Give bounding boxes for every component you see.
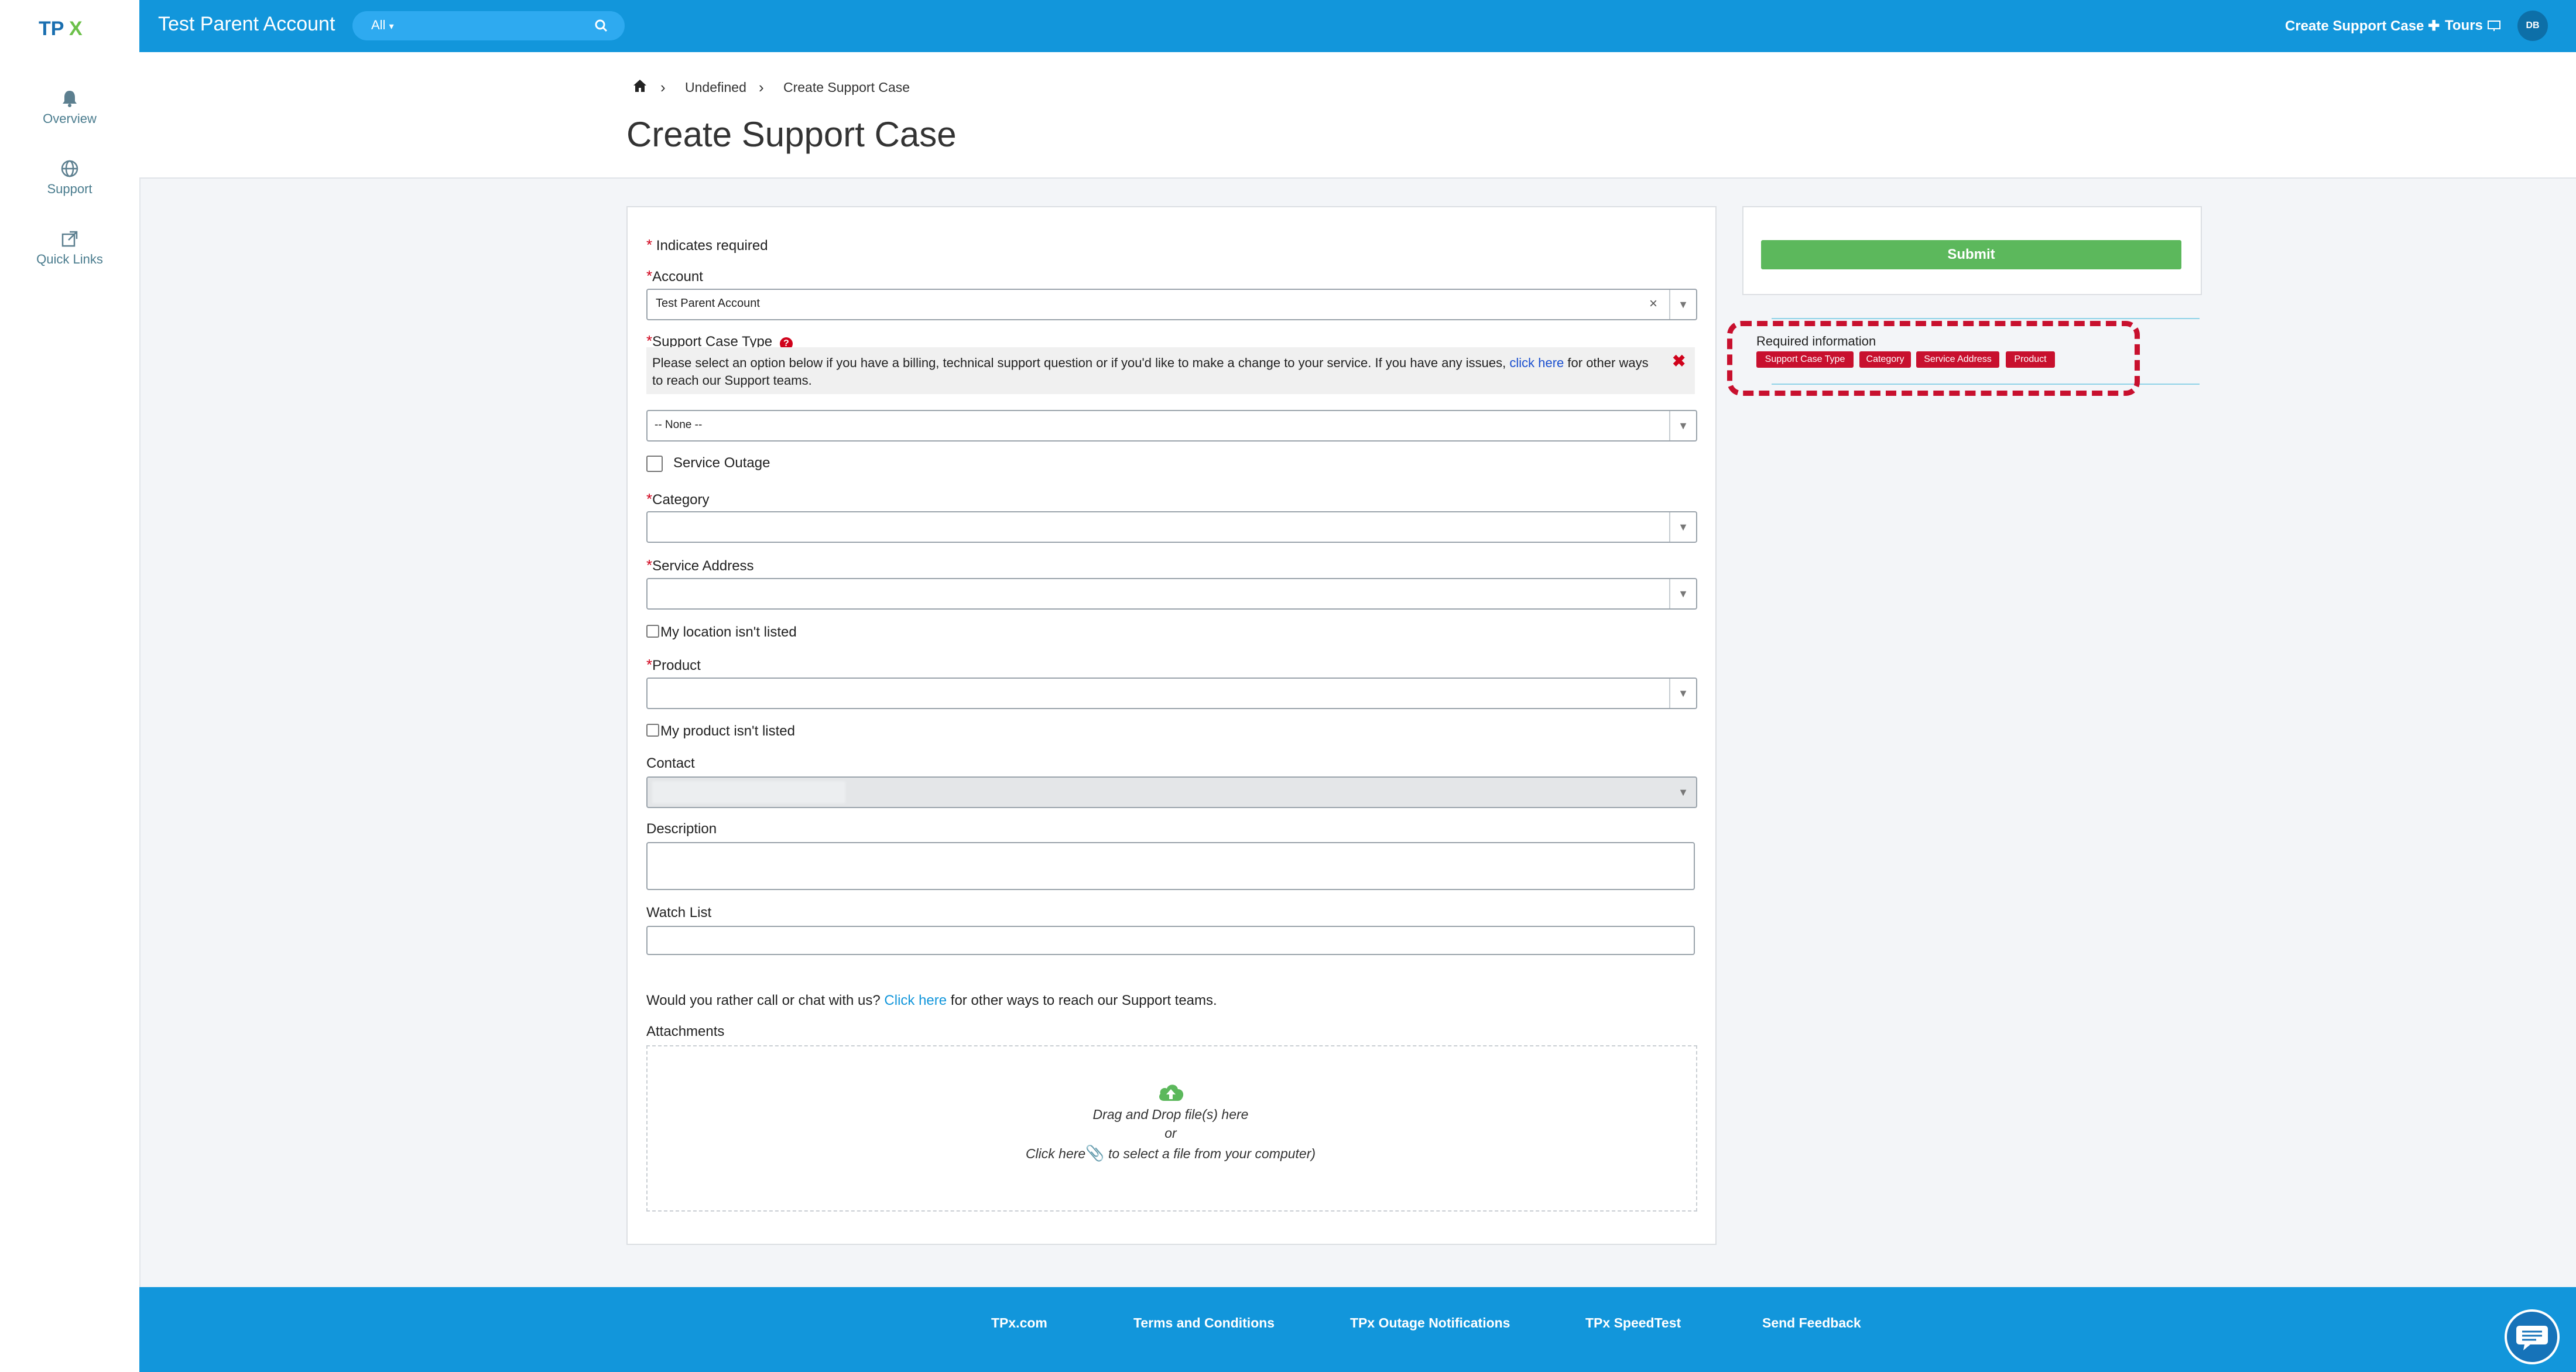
chevron-down-icon[interactable]: ▼ xyxy=(1669,679,1696,708)
category-select[interactable]: ▼ xyxy=(646,511,1697,543)
tpx-logo[interactable]: TP X xyxy=(34,13,104,41)
submit-button[interactable]: Submit xyxy=(1761,240,2181,269)
tours-link[interactable]: Tours xyxy=(2445,18,2501,34)
dropzone-line-3: Click here📎 to select a file from your c… xyxy=(1025,1144,1316,1162)
account-select[interactable]: Test Parent Account × ▼ xyxy=(646,289,1697,320)
sidebar-item-label: Overview xyxy=(43,111,97,126)
footer-link-feedback[interactable]: Send Feedback xyxy=(1762,1315,1861,1331)
breadcrumb-separator-icon: › xyxy=(660,78,666,96)
location-not-listed-checkbox[interactable] xyxy=(646,625,659,638)
call-chat-click-here-link[interactable]: Click here xyxy=(884,993,947,1008)
footer-link-speedtest[interactable]: TPx SpeedTest xyxy=(1585,1315,1681,1331)
cloud-upload-icon xyxy=(1159,1084,1184,1101)
product-not-listed-checkbox[interactable] xyxy=(646,724,659,737)
create-support-case-link[interactable]: Create Support Case ✚ xyxy=(2285,18,2440,35)
service-address-select[interactable]: ▼ xyxy=(646,578,1697,610)
contact-label: Contact xyxy=(646,755,695,771)
sidebar-item-quick-links[interactable]: Quick Links xyxy=(0,230,139,267)
call-chat-text: Would you rather call or chat with us? C… xyxy=(646,993,1217,1008)
page-title: Create Support Case xyxy=(626,115,957,154)
chevron-down-icon[interactable]: ▼ xyxy=(1669,579,1696,608)
account-label: *Account xyxy=(646,267,703,285)
search-input[interactable] xyxy=(410,14,588,39)
location-not-listed-label: My location isn't listed xyxy=(660,624,797,640)
account-title: Test Parent Account xyxy=(158,13,335,35)
highlight-annotation xyxy=(1727,321,2140,396)
chevron-down-icon[interactable]: ▼ xyxy=(1669,512,1696,542)
chevron-down-icon[interactable]: ▼ xyxy=(1669,290,1696,319)
support-case-type-select[interactable]: -- None -- ▼ xyxy=(646,410,1697,442)
chevron-down-icon[interactable]: ▼ xyxy=(1670,778,1696,807)
product-select[interactable]: ▼ xyxy=(646,678,1697,709)
chevron-down-icon: ▾ xyxy=(389,22,394,32)
required-note: * Indicates required xyxy=(646,236,768,254)
description-textarea[interactable] xyxy=(646,842,1695,890)
case-type-info-text: Please select an option below if you hav… xyxy=(652,355,1649,388)
footer-link-terms[interactable]: Terms and Conditions xyxy=(1133,1315,1275,1331)
globe-icon xyxy=(61,160,78,177)
contact-select[interactable]: ▼ xyxy=(646,776,1697,808)
svg-text:X: X xyxy=(69,18,83,40)
sidebar-item-overview[interactable]: Overview xyxy=(0,89,139,126)
chat-button[interactable] xyxy=(2505,1309,2560,1364)
select-file-link[interactable]: Click here xyxy=(1026,1146,1085,1161)
footer-link-tpx[interactable]: TPx.com xyxy=(991,1315,1047,1331)
search-scope-dropdown[interactable]: All ▾ xyxy=(371,18,394,33)
presentation-icon xyxy=(2487,20,2500,31)
info-click-here-link[interactable]: click here xyxy=(1509,355,1564,370)
search-icon[interactable] xyxy=(594,19,608,33)
close-icon[interactable]: ✖ xyxy=(1672,351,1686,371)
sidebar-item-label: Quick Links xyxy=(36,252,103,266)
product-label: *Product xyxy=(646,656,701,673)
plus-icon: ✚ xyxy=(2428,18,2440,34)
breadcrumb-current: Create Support Case xyxy=(783,80,910,95)
service-outage-checkbox[interactable] xyxy=(646,456,663,472)
home-icon[interactable] xyxy=(632,78,648,94)
description-label: Description xyxy=(646,821,717,837)
chevron-down-icon[interactable]: ▼ xyxy=(1669,411,1696,440)
attachments-label: Attachments xyxy=(646,1024,725,1039)
paperclip-icon: 📎 xyxy=(1085,1144,1105,1162)
page-header xyxy=(139,52,2576,179)
product-not-listed-label: My product isn't listed xyxy=(660,723,796,739)
service-address-label: *Service Address xyxy=(646,556,754,574)
sidebar-item-support[interactable]: Support xyxy=(0,159,139,197)
breadcrumb-undefined[interactable]: Undefined xyxy=(685,80,746,95)
clear-icon[interactable]: × xyxy=(1649,296,1657,312)
redacted-contact-value xyxy=(652,781,845,803)
user-avatar[interactable]: DB xyxy=(2517,11,2548,41)
watch-list-label: Watch List xyxy=(646,905,712,921)
chat-bubble-icon xyxy=(2516,1326,2548,1350)
dropzone-line-1: Drag and Drop file(s) here xyxy=(1092,1107,1249,1122)
service-outage-label: Service Outage xyxy=(673,455,770,471)
divider xyxy=(1772,318,2200,319)
sidebar-item-label: Support xyxy=(47,182,93,196)
dropzone-line-2: or xyxy=(1164,1125,1177,1141)
bell-icon xyxy=(63,91,77,107)
footer-link-outage[interactable]: TPx Outage Notifications xyxy=(1350,1315,1510,1331)
watch-list-input[interactable] xyxy=(646,926,1695,955)
left-sidebar xyxy=(0,0,141,1372)
breadcrumb-separator-icon: › xyxy=(759,78,764,96)
category-label: *Category xyxy=(646,490,710,508)
external-link-icon xyxy=(61,231,78,247)
svg-text:TP: TP xyxy=(39,18,64,40)
